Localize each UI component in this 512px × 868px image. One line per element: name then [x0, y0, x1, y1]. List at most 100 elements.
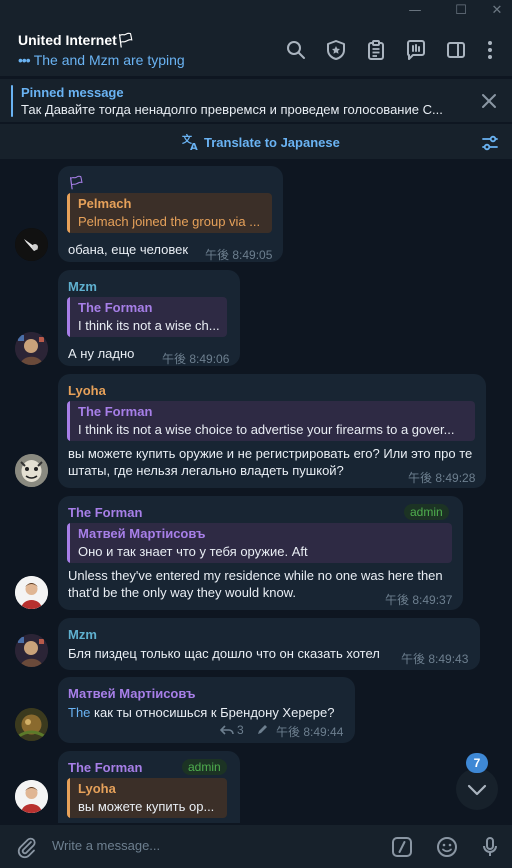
- chat-header[interactable]: United Internet🏳 ••• The and Mzm are typi…: [0, 22, 512, 76]
- message-composer: Write a message...: [0, 825, 512, 868]
- sender-name[interactable]: 🏳: [68, 175, 85, 191]
- message-time: 午後 8:49:06: [162, 352, 230, 366]
- sender-name[interactable]: Матвей Мартiисовъ: [68, 686, 196, 701]
- sender-name[interactable]: The Forman: [68, 505, 142, 520]
- minimize-button[interactable]: —: [402, 2, 428, 20]
- edited-pencil-icon: [258, 725, 267, 734]
- message-text: обана, еще человек: [68, 242, 189, 257]
- pinned-message-bar[interactable]: Pinned message Так Давайте тогда ненадол…: [0, 78, 512, 122]
- unread-count-badge: 7: [466, 753, 488, 773]
- typing-status: ••• The and Mzm are typing: [18, 52, 185, 68]
- reply-quote[interactable]: Lyoha вы можете купить ор...: [67, 778, 227, 818]
- reply-sender: Lyoha: [78, 781, 116, 796]
- message-text: The как ты относишься к Брендону Херере?: [68, 704, 334, 721]
- maximize-button[interactable]: ☐: [448, 2, 474, 20]
- admin-badge: admin: [182, 759, 227, 775]
- svg-text:A: A: [190, 142, 198, 151]
- typing-dots-icon: •••: [18, 52, 31, 68]
- close-pinned-icon[interactable]: [480, 92, 498, 110]
- message-bubble[interactable]: The Forman admin Lyoha вы можете купить …: [58, 751, 240, 823]
- emoji-icon[interactable]: [435, 835, 459, 859]
- reply-sender: The Forman: [78, 300, 153, 315]
- pinned-text: Так Давайте тогда ненадолго превремся и …: [21, 102, 443, 117]
- avatar-image: [15, 228, 48, 261]
- reply-quote[interactable]: Матвей Мартiисовъ Оно и так знает что у …: [67, 523, 452, 563]
- reply-accent-bar: [67, 297, 70, 337]
- avatar[interactable]: [15, 228, 48, 261]
- pinned-title: Pinned message: [21, 85, 124, 100]
- reply-text: Pelmach joined the group via ...: [78, 214, 261, 229]
- sender-name[interactable]: Lyoha: [68, 383, 106, 398]
- microphone-icon[interactable]: [478, 835, 502, 859]
- sender-name[interactable]: The Forman: [68, 760, 142, 775]
- reply-text: I think its not a wise ch...: [78, 318, 220, 333]
- translate-button[interactable]: 文 A Translate to Japanese: [182, 133, 340, 151]
- chat-title[interactable]: United Internet🏳: [18, 32, 135, 49]
- reply-arrow-icon: [220, 725, 234, 735]
- message-text: Бля пиздец только щас дошло что он сказа…: [68, 646, 380, 661]
- avatar[interactable]: [15, 780, 48, 813]
- reply-accent-bar: [67, 778, 70, 818]
- sidebar-toggle-icon[interactable]: [444, 38, 468, 62]
- notes-clipboard-icon[interactable]: [364, 38, 388, 62]
- message-time: 午後 8:49:28: [408, 471, 476, 485]
- sender-name[interactable]: Mzm: [68, 279, 97, 294]
- close-window-button[interactable]: ✕: [484, 2, 510, 20]
- message-bubble[interactable]: Mzm Бля пиздец только щас дошло что он с…: [58, 618, 480, 670]
- reply-text: I think its not a wise choice to adverti…: [78, 422, 455, 437]
- reply-quote[interactable]: The Forman I think its not a wise ch...: [67, 297, 227, 337]
- avatar-image: [15, 708, 48, 741]
- avatar-image: [15, 454, 48, 487]
- sender-name[interactable]: Mzm: [68, 627, 97, 642]
- admin-badge: admin: [404, 504, 449, 520]
- typing-text: The and Mzm are typing: [33, 52, 185, 68]
- reply-sender: Pelmach: [78, 196, 132, 211]
- poll-chat-icon[interactable]: [404, 38, 428, 62]
- message-time: 午後 8:49:05: [205, 248, 273, 262]
- message-bubble[interactable]: Mzm The Forman I think its not a wise ch…: [58, 270, 240, 366]
- message-text: А ну ладно: [68, 346, 135, 361]
- boost-shield-icon[interactable]: [324, 38, 348, 62]
- window-titlebar: — ☐ ✕: [0, 0, 512, 22]
- message-body: как ты относишься к Брендону Херере?: [90, 705, 335, 720]
- message-bubble[interactable]: The Forman admin Матвей Мартiисовъ Оно и…: [58, 496, 463, 610]
- avatar-image: [15, 780, 48, 813]
- pinned-accent-bar: [11, 85, 13, 117]
- mention-link[interactable]: The: [68, 705, 90, 720]
- avatar[interactable]: [15, 576, 48, 609]
- message-bubble[interactable]: 🏳 Pelmach Pelmach joined the group via .…: [58, 166, 283, 262]
- attach-paperclip-icon[interactable]: [14, 835, 38, 859]
- search-icon[interactable]: [284, 38, 308, 62]
- translate-settings-icon[interactable]: [480, 133, 500, 153]
- avatar[interactable]: [15, 634, 48, 667]
- reply-sender: Матвей Мартiисовъ: [78, 526, 206, 541]
- reply-accent-bar: [67, 401, 70, 441]
- message-time: 午後 8:49:37: [385, 593, 453, 607]
- scroll-to-bottom-button[interactable]: [456, 768, 498, 810]
- message-time: 午後 8:49:43: [401, 652, 469, 666]
- reply-accent-bar: [67, 523, 70, 563]
- translate-label: Translate to Japanese: [204, 134, 340, 150]
- more-menu-icon[interactable]: [478, 38, 502, 62]
- reply-text: вы можете купить ор...: [78, 799, 215, 814]
- reply-count[interactable]: 3: [237, 723, 244, 737]
- avatar[interactable]: [15, 454, 48, 487]
- message-bubble[interactable]: Lyoha The Forman I think its not a wise …: [58, 374, 486, 488]
- message-bubble[interactable]: Матвей Мартiисовъ The как ты относишься …: [58, 677, 355, 743]
- reply-text: Оно и так знает что у тебя оружие. Aft: [78, 544, 308, 559]
- avatar[interactable]: [15, 708, 48, 741]
- reply-accent-bar: [67, 193, 70, 233]
- message-time: 午後 8:49:44: [276, 725, 344, 739]
- chevron-down-icon: [467, 784, 487, 796]
- reply-sender: The Forman: [78, 404, 153, 419]
- avatar[interactable]: [15, 332, 48, 365]
- bot-commands-icon[interactable]: [390, 835, 414, 859]
- avatar-image: [15, 332, 48, 365]
- avatar-image: [15, 634, 48, 667]
- translate-icon: 文 A: [182, 133, 198, 151]
- reply-quote[interactable]: The Forman I think its not a wise choice…: [67, 401, 475, 441]
- translate-bar: 文 A Translate to Japanese: [0, 123, 512, 159]
- reply-quote[interactable]: Pelmach Pelmach joined the group via ...: [67, 193, 272, 233]
- messages-list[interactable]: 🏳 Pelmach Pelmach joined the group via .…: [0, 160, 512, 823]
- message-input[interactable]: Write a message...: [52, 838, 160, 853]
